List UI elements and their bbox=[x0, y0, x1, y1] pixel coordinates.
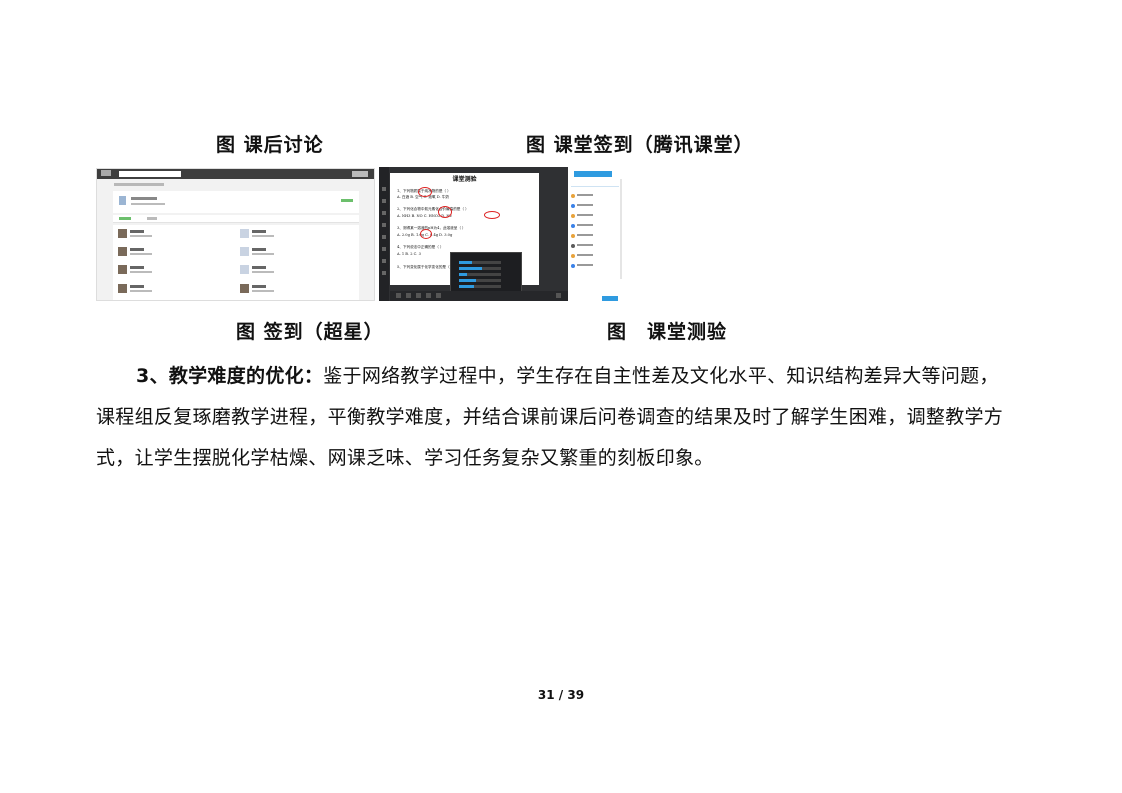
chat-message bbox=[571, 263, 615, 269]
chat-message bbox=[571, 223, 615, 229]
answer-bar bbox=[459, 279, 501, 282]
paragraph-line-3: 式，让学生摆脱化学枯燥、网课乏味、学习任务复杂又繁重的刻板印象。 bbox=[96, 447, 714, 469]
answer-bar bbox=[459, 285, 501, 288]
activity-time bbox=[131, 203, 165, 205]
breadcrumb bbox=[114, 183, 164, 186]
activity-title bbox=[131, 197, 157, 200]
send-button bbox=[602, 296, 618, 301]
avatar bbox=[240, 247, 249, 256]
student-grid bbox=[113, 225, 359, 300]
quiz-line: A. 1 B. 2 C. 3 bbox=[397, 252, 421, 256]
student-item bbox=[115, 263, 233, 279]
avatar bbox=[118, 247, 127, 256]
quiz-screenshot: 课堂测验 1、下列物质属于纯净物的是（ ） A. 白酒 B. 空气 C. 液氧 … bbox=[379, 167, 568, 301]
chat-message bbox=[571, 233, 615, 239]
signin-topbar bbox=[97, 169, 374, 179]
avatar bbox=[118, 229, 127, 238]
student-item bbox=[115, 282, 233, 298]
quiz-title: 课堂测验 bbox=[452, 176, 477, 183]
avatar bbox=[240, 284, 249, 293]
section-heading: 3、教学难度的优化： bbox=[136, 365, 324, 387]
avatar bbox=[118, 284, 127, 293]
status-badge bbox=[341, 199, 353, 202]
answer-bar bbox=[459, 261, 501, 264]
answer-stats-popup bbox=[450, 252, 522, 296]
student-item bbox=[115, 227, 233, 243]
student-item bbox=[237, 263, 355, 279]
user-avatar bbox=[352, 171, 368, 177]
tab-signed bbox=[119, 217, 131, 220]
avatar bbox=[240, 265, 249, 274]
figure-caption-tencent-signin: 图 课堂签到（腾讯课堂） bbox=[526, 134, 754, 156]
chat-message bbox=[571, 213, 615, 219]
annotation-circle bbox=[420, 229, 432, 239]
chat-panel-screenshot bbox=[568, 167, 623, 301]
figure-caption-after-class-discussion: 图 课后讨论 bbox=[216, 134, 324, 156]
answer-bar bbox=[459, 267, 501, 270]
figure-caption-class-quiz: 图 课堂测验 bbox=[607, 321, 728, 343]
signin-screenshot bbox=[96, 168, 375, 301]
chat-message bbox=[571, 253, 615, 259]
tab-unsigned bbox=[147, 217, 157, 220]
body-paragraph: 3、教学难度的优化：鉴于网络教学过程中，学生存在自主性差及文化水平、知识结构差异… bbox=[96, 356, 1036, 479]
quiz-line: 5、下列变化属于化学变化的是（ ） bbox=[397, 265, 455, 269]
annotation-circle bbox=[418, 187, 432, 197]
paragraph-text: 鉴于网络教学过程中，学生存在自主性差及文化水平、知识结构差异大等问题， bbox=[323, 365, 999, 387]
answer-bar bbox=[459, 273, 501, 276]
avatar bbox=[240, 229, 249, 238]
signin-icon bbox=[119, 196, 126, 205]
app-logo bbox=[101, 170, 111, 176]
search-box bbox=[119, 171, 181, 177]
avatar bbox=[118, 265, 127, 274]
student-item bbox=[237, 245, 355, 261]
paragraph-line-1: 3、教学难度的优化：鉴于网络教学过程中，学生存在自主性差及文化水平、知识结构差异… bbox=[96, 356, 1036, 397]
chat-scrollbar bbox=[620, 179, 622, 279]
quiz-line: 2、下列化合物中氮元素化合价最高的是（ ） bbox=[397, 207, 469, 211]
paragraph-line-2: 课程组反复琢磨教学进程，平衡教学难度，并结合课前课后问卷调查的结果及时了解学生困… bbox=[96, 406, 1004, 428]
page-number: 31 / 39 bbox=[537, 688, 585, 702]
chat-tabs bbox=[571, 182, 619, 187]
signin-tabs bbox=[113, 215, 359, 223]
signin-activity-card bbox=[113, 191, 359, 213]
tool-sidebar bbox=[379, 167, 389, 301]
figure-caption-chaoxing-signin: 图 签到（超星） bbox=[236, 321, 384, 343]
chat-header-button bbox=[574, 171, 612, 177]
student-item bbox=[237, 282, 355, 298]
quiz-line: 3、测得某一溶液的pH为4，此溶液呈（ ） bbox=[397, 226, 466, 230]
chat-message bbox=[571, 243, 615, 249]
student-item bbox=[115, 245, 233, 261]
annotation-circle bbox=[484, 211, 500, 219]
student-item bbox=[237, 227, 355, 243]
quiz-line: 4、下列说法中正确的是（ ） bbox=[397, 245, 444, 249]
chat-message bbox=[571, 193, 615, 199]
chat-message bbox=[571, 203, 615, 209]
bottom-toolbar bbox=[390, 291, 568, 301]
annotation-circle bbox=[438, 206, 452, 218]
